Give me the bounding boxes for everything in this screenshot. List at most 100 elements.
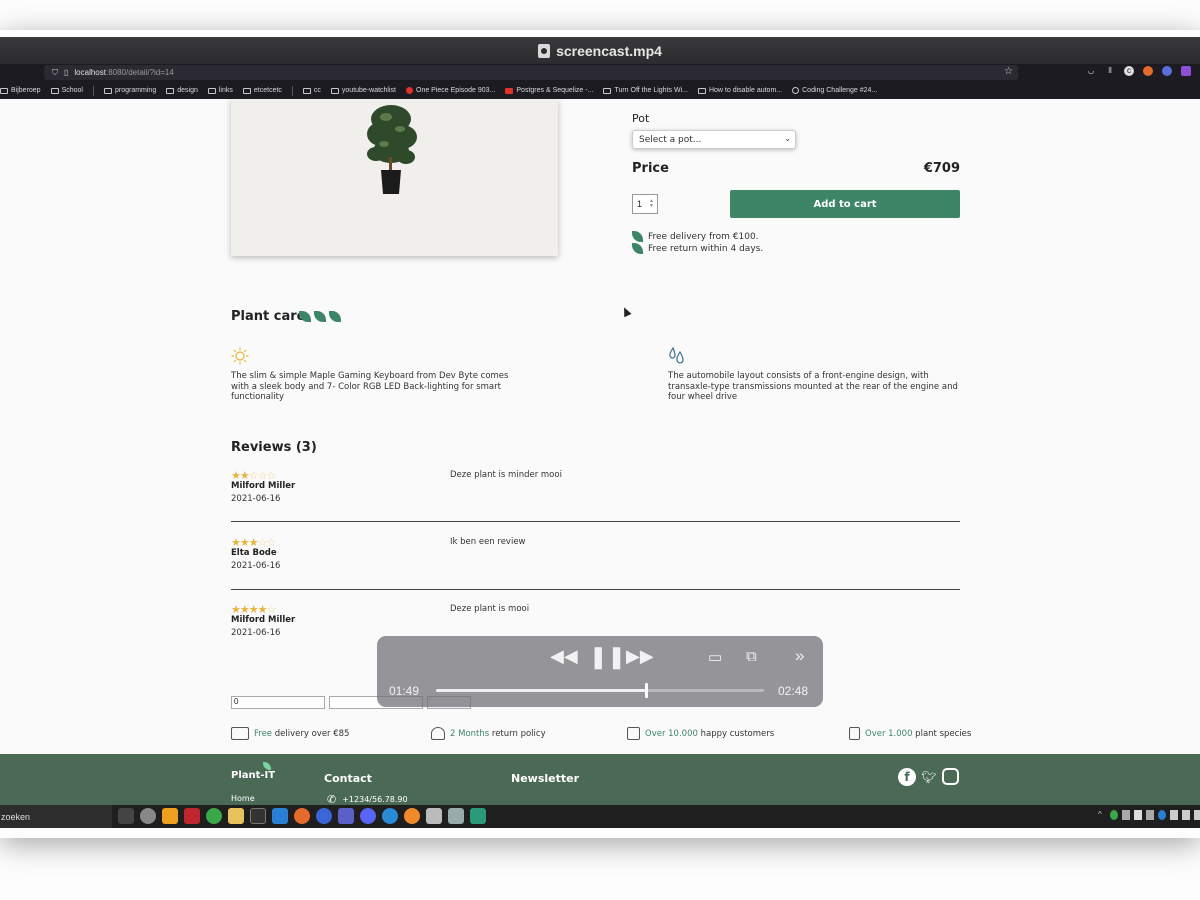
usp-text: Over 1.000 plant species (865, 729, 971, 739)
facebook-icon[interactable]: f (898, 768, 916, 786)
bookmark-label: design (177, 87, 198, 94)
extension-purple-icon[interactable] (1181, 66, 1191, 76)
browser-toolbar: ⛉ ▯ localhost:8080/detail/?id=14 ☆ ◡ ⫴ c (0, 64, 1200, 82)
bookmark-bijberoep[interactable]: Bijberoep (0, 87, 41, 94)
bookmark-label: Coding Challenge #24... (802, 87, 878, 94)
folder-icon (50, 87, 59, 94)
teams-icon[interactable] (338, 808, 354, 824)
app-orange-icon[interactable] (404, 808, 420, 824)
site-icon (697, 87, 706, 94)
leaf-icon (299, 311, 311, 322)
usp-highlight: Over 10.000 (645, 728, 698, 739)
tray-green-icon[interactable] (1110, 810, 1118, 820)
progress-track[interactable] (436, 683, 764, 698)
rewind-icon[interactable]: ◀◀ (550, 646, 578, 667)
video-file-icon (538, 43, 551, 58)
pot-select-value: Select a pot... (639, 134, 702, 145)
footer-brand[interactable]: Plant-IT (231, 770, 275, 781)
file-explorer-icon[interactable] (228, 808, 244, 824)
more-controls-icon[interactable]: » (795, 646, 804, 666)
app-grey-icon[interactable] (448, 808, 464, 824)
perk-text: Free return within 4 days. (648, 243, 764, 254)
globe-icon (792, 87, 800, 94)
firefox-dev-icon[interactable] (316, 808, 332, 824)
chevron-up-icon[interactable]: ^ (1098, 810, 1106, 820)
settings-icon[interactable] (140, 808, 156, 824)
bookmark-disable-autom[interactable]: How to disable autom... (697, 87, 782, 94)
vscode-icon[interactable] (272, 808, 288, 824)
database-icon[interactable] (426, 808, 442, 824)
leaf-icon (314, 311, 326, 322)
site-icon (406, 87, 413, 94)
discord-icon[interactable] (360, 808, 376, 824)
bookmark-turn-off-lights[interactable]: Turn Off the Lights Wi... (603, 87, 688, 94)
plant-illustration (367, 105, 417, 194)
firefox-icon[interactable] (294, 808, 310, 824)
bookmark-postgres[interactable]: Postgres & Sequelize -... (505, 87, 593, 94)
bookmark-design[interactable]: design (166, 87, 198, 94)
address-bar[interactable]: ⛉ ▯ localhost:8080/detail/?id=14 ☆ (44, 65, 1018, 80)
network-icon[interactable] (1146, 810, 1154, 820)
quantity-stepper[interactable]: 1 ▲ ▼ (632, 194, 658, 214)
tray-grey-icon[interactable] (1122, 810, 1130, 820)
pot-select[interactable]: Select a pot... ⌄ (632, 130, 796, 149)
extension-blue-icon[interactable] (1162, 66, 1172, 76)
library-icon[interactable]: ⫴ (1105, 66, 1115, 76)
airplay-icon[interactable]: ▭ (708, 648, 722, 666)
pause-icon[interactable]: ❚❚ (589, 644, 626, 670)
usp-rest: happy customers (697, 728, 775, 739)
hand-icon (431, 727, 445, 740)
bookmark-programming[interactable]: programming (103, 87, 157, 94)
taskbar-apps (118, 808, 486, 824)
folder-icon (242, 87, 251, 94)
wifi-icon[interactable] (1182, 810, 1190, 820)
sun-icon (231, 347, 249, 365)
app-blue-icon[interactable] (382, 808, 398, 824)
usp-rest: plant species (912, 728, 972, 739)
leaf-icon (632, 231, 643, 242)
taskbar-search[interactable]: zoeken (0, 805, 112, 828)
pocket-icon[interactable]: ◡ (1086, 66, 1096, 76)
picture-in-picture-icon[interactable]: ⧉ (746, 648, 757, 665)
review-date: 2021-06-16 (231, 494, 281, 504)
folder-icon (207, 87, 216, 94)
bookmark-one-piece[interactable]: One Piece Episode 903... (406, 87, 495, 94)
terminal-icon[interactable] (250, 808, 266, 824)
instagram-icon[interactable] (942, 768, 959, 785)
extension-orange-icon[interactable] (1143, 66, 1153, 76)
screen-recorder-icon[interactable] (470, 808, 486, 824)
footer-newsletter-title: Newsletter (511, 772, 580, 785)
bluetooth-icon[interactable] (1158, 810, 1166, 820)
bookmark-separator (92, 85, 94, 96)
bookmark-label: programming (114, 87, 157, 94)
fast-forward-icon[interactable]: ▶▶ (626, 646, 654, 667)
site-icon (603, 87, 612, 94)
bookmarks-bar: Bijberoep School programming design link… (0, 82, 1200, 99)
microphone-icon[interactable] (1170, 810, 1178, 820)
footer-contact-title: Contact (324, 772, 372, 785)
rating-input[interactable]: 0 (231, 696, 325, 709)
bookmark-label: Turn Off the Lights Wi... (614, 87, 688, 94)
bookmark-school[interactable]: School (50, 87, 83, 94)
bookmark-youtube-watchlist[interactable]: youtube-watchlist (330, 87, 396, 94)
search-tool-icon[interactable] (162, 808, 178, 824)
footer-home-link[interactable]: Home (231, 794, 255, 803)
volume-icon[interactable] (1194, 810, 1200, 820)
perk-text: Free delivery from €100. (648, 231, 759, 242)
bookmark-star-icon[interactable]: ☆ (1004, 66, 1013, 77)
app-green-icon[interactable] (206, 808, 222, 824)
usp-happy-customers: Over 10.000 happy customers (627, 727, 774, 740)
bookmark-label: School (61, 87, 83, 94)
add-to-cart-button[interactable]: Add to cart (730, 190, 960, 218)
extension-c-icon[interactable]: c (1124, 66, 1134, 76)
app-red-icon[interactable] (184, 808, 200, 824)
bookmark-cc[interactable]: cc (302, 87, 321, 94)
bookmark-links[interactable]: links (207, 87, 233, 94)
stepper-arrows-icon[interactable]: ▲ ▼ (649, 199, 654, 209)
progress-scrubber[interactable] (644, 683, 648, 698)
bookmark-etcetcetc[interactable]: etcetcetc (242, 87, 282, 94)
cloud-icon[interactable] (1134, 810, 1142, 820)
bookmark-coding-challenge[interactable]: Coding Challenge #24... (792, 87, 877, 94)
twitter-icon[interactable]: 🐦︎ (920, 768, 938, 786)
task-view-icon[interactable] (118, 808, 134, 824)
